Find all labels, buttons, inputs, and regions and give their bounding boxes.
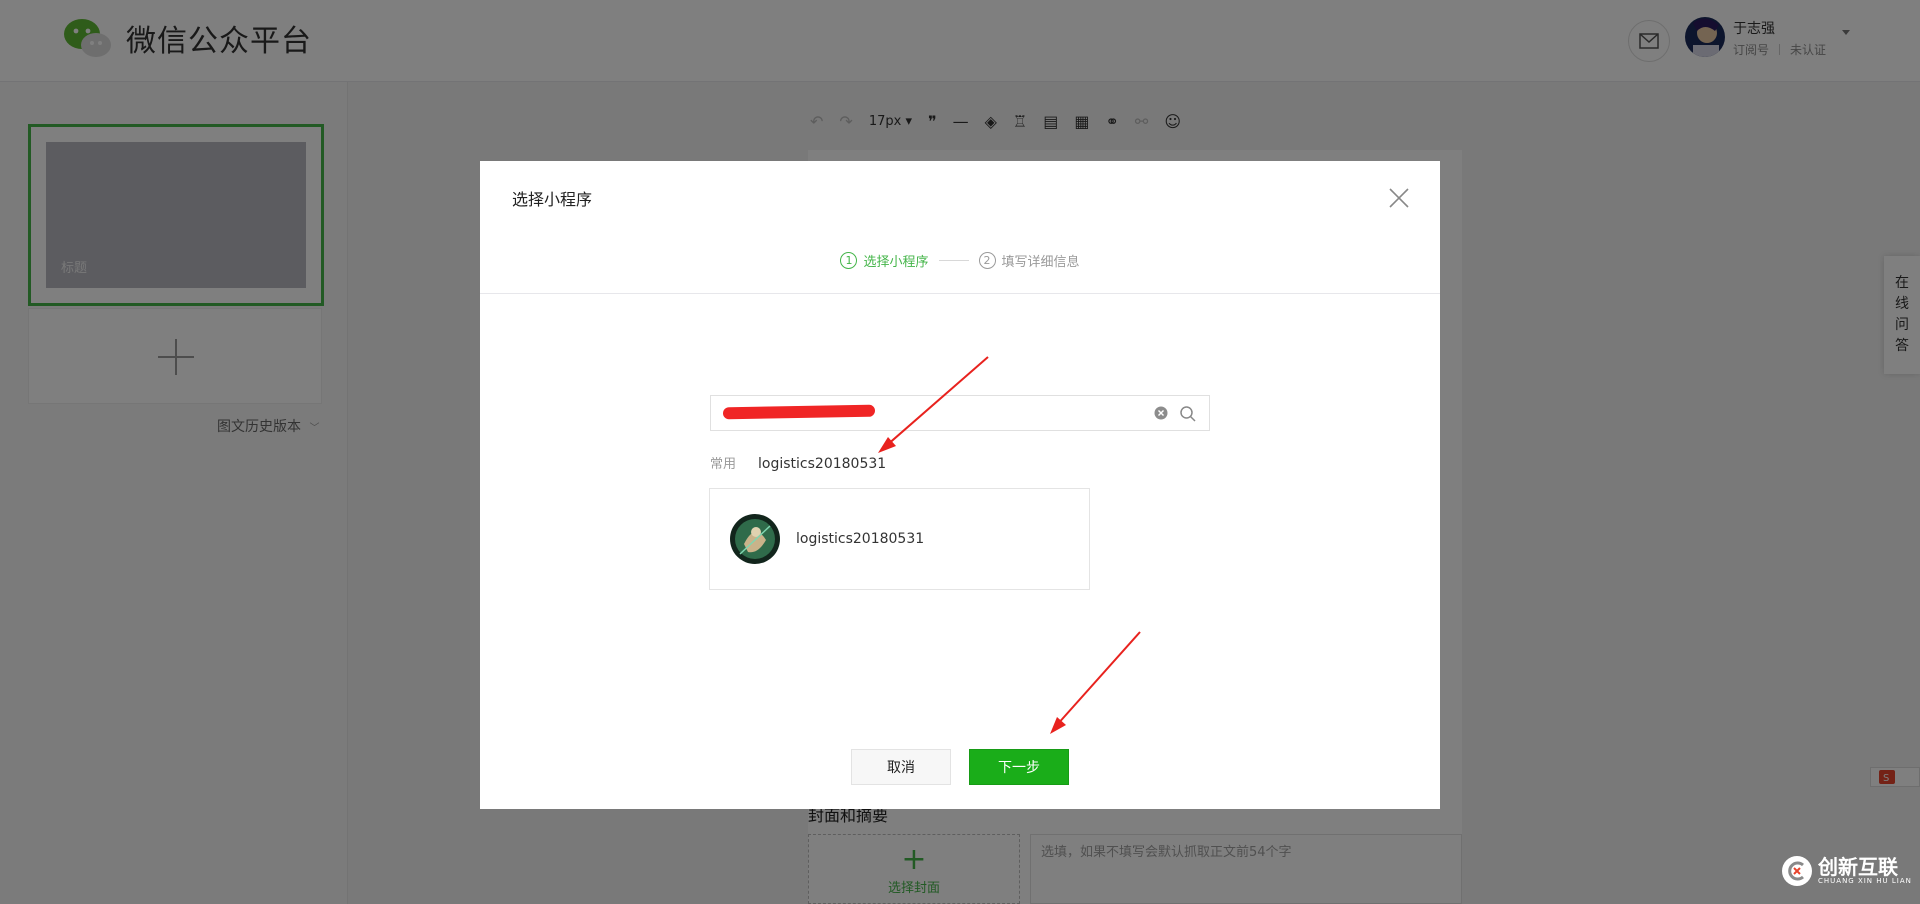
common-miniprograms: 常用 logistics20180531: [710, 453, 886, 472]
watermark-subtext: CHUANG XIN HU LIAN: [1818, 877, 1912, 885]
step-1-number: 1: [840, 252, 858, 269]
miniprogram-avatar: [730, 514, 780, 564]
miniprogram-name: logistics20180531: [796, 531, 925, 547]
common-miniprogram-link[interactable]: logistics20180531: [758, 456, 886, 472]
step-1: 1 选择小程序: [840, 251, 929, 270]
miniprogram-result-item[interactable]: logistics20180531: [709, 488, 1090, 590]
watermark-icon: [1782, 856, 1812, 886]
step-1-label: 选择小程序: [863, 255, 929, 270]
miniprogram-search-box: [710, 395, 1210, 431]
step-2-number: 2: [978, 252, 996, 269]
cancel-button[interactable]: 取消: [851, 749, 951, 785]
watermark-text: 创新互联: [1818, 855, 1898, 879]
select-miniprogram-dialog: 选择小程序 1 选择小程序 2 填写详细信息 常用 logistics20180…: [480, 161, 1440, 809]
search-icon[interactable]: [1179, 405, 1197, 423]
common-label: 常用: [710, 457, 737, 472]
dialog-title: 选择小程序: [512, 190, 593, 209]
clear-icon[interactable]: [1153, 405, 1169, 421]
step-indicator: 1 选择小程序 2 填写详细信息: [480, 251, 1440, 270]
close-icon[interactable]: [1387, 186, 1411, 210]
step-connector: [938, 260, 969, 261]
watermark-logo: 创新互联 CHUANG XIN HU LIAN: [1782, 856, 1912, 886]
next-step-button[interactable]: 下一步: [969, 749, 1069, 785]
divider: [480, 293, 1440, 294]
step-2-label: 填写详细信息: [1001, 255, 1080, 270]
step-2: 2 填写详细信息: [978, 251, 1080, 270]
